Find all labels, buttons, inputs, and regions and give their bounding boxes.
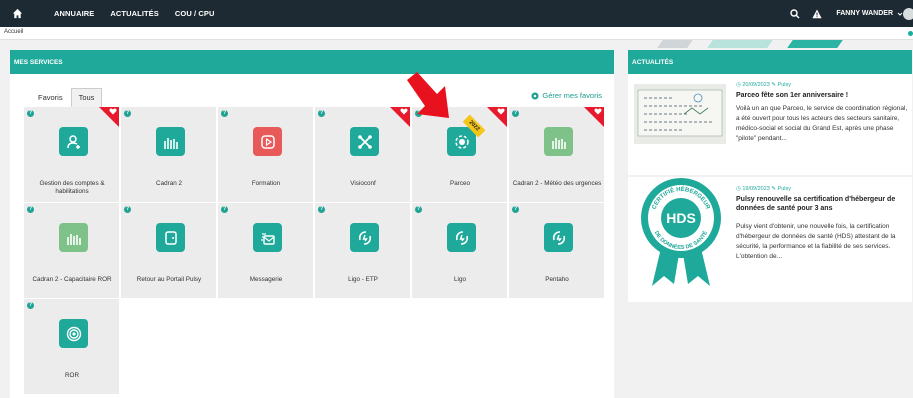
bars-icon[interactable] xyxy=(544,127,573,156)
help-icon[interactable]: ? xyxy=(512,206,519,213)
news-meta: ◷ 20/09/2023 ✎ Pulsy xyxy=(736,82,791,88)
service-tile[interactable]: ? Retour au Portail Pulsy xyxy=(121,203,217,299)
tab-tous[interactable]: Tous xyxy=(70,88,103,107)
manage-favorites-link[interactable]: Gérer mes favoris xyxy=(531,91,602,100)
bars-icon[interactable] xyxy=(156,127,185,156)
news-body: Pulsy vient d'obtenir, une nouvelle fois… xyxy=(736,223,896,260)
hds-seal-text: HDS xyxy=(666,210,696,226)
main-nav: ANNUAIRE ACTUALITÉS COU / CPU xyxy=(38,9,215,18)
news-body: Voilà un an que Parceo, le service de co… xyxy=(736,105,908,142)
service-tile[interactable]: ? Cadran 2 - Météo des urgences xyxy=(509,107,605,203)
service-label: Visioconf xyxy=(350,180,376,187)
news-title[interactable]: Parceo fête son 1er anniversaire ! xyxy=(736,92,906,101)
help-icon[interactable]: ? xyxy=(415,206,422,213)
help-icon[interactable]: ? xyxy=(318,110,325,117)
help-icon[interactable]: ? xyxy=(221,110,228,117)
alert-button[interactable] xyxy=(806,9,828,19)
news-image-parceo xyxy=(634,84,726,144)
service-label: ROR xyxy=(65,372,79,379)
help-icon[interactable]: ? xyxy=(27,302,34,309)
search-button[interactable] xyxy=(784,8,806,19)
service-label: Cadran 2 - Capacitaire ROR xyxy=(32,276,112,283)
portal-icon[interactable] xyxy=(156,223,185,252)
decorative-stripes xyxy=(640,40,913,48)
service-tile[interactable]: ? Cadran 2 - Capacitaire ROR xyxy=(24,203,120,299)
service-label: Messagerie xyxy=(249,276,283,283)
bars-icon[interactable] xyxy=(59,223,88,252)
news-item[interactable]: HDS CERTIFIÉ HÉBERGEUR DE DONNÉES DE SAN… xyxy=(628,178,912,286)
favorite-icon xyxy=(497,108,505,115)
help-icon[interactable]: ? xyxy=(512,110,519,117)
mail-icon[interactable] xyxy=(253,223,282,252)
news-date: 19/09/2023 xyxy=(742,186,770,192)
service-label: Formation xyxy=(251,180,281,187)
news-image-hds: HDS CERTIFIÉ HÉBERGEUR DE DONNÉES DE SAN… xyxy=(638,176,724,286)
services-header: MES SERVICES xyxy=(10,50,614,74)
services-tabs: Favoris Tous xyxy=(30,88,103,107)
service-tile[interactable]: ? Cadran 2 xyxy=(121,107,217,203)
news-header: ACTUALITÉS xyxy=(628,50,912,74)
share-icon[interactable] xyxy=(350,127,379,156)
news-item[interactable]: ◷ 20/09/2023 ✎ Pulsy Parceo fête son 1er… xyxy=(628,78,912,164)
top-navbar: ANNUAIRE ACTUALITÉS COU / CPU FANNY WAND… xyxy=(0,0,913,27)
service-label: Ligo - ETP xyxy=(348,276,378,283)
nav-actualites[interactable]: ACTUALITÉS xyxy=(110,9,159,18)
news-title[interactable]: Pulsy renouvelle sa certification d'hébe… xyxy=(736,196,906,213)
help-icon[interactable]: ? xyxy=(318,206,325,213)
services-panel: MES SERVICES Favoris Tous Gérer mes favo… xyxy=(10,50,614,398)
ligo-icon[interactable] xyxy=(447,223,476,252)
service-label: Parceo xyxy=(450,180,470,187)
search-icon xyxy=(790,8,800,18)
service-label: Cadran 2 - Météo des urgences xyxy=(512,180,602,187)
news-date: 20/09/2023 xyxy=(742,82,770,88)
ligo-icon[interactable] xyxy=(544,223,573,252)
help-icon[interactable]: ? xyxy=(27,110,34,117)
service-tile[interactable]: ? Formation xyxy=(218,107,314,203)
gear-icon xyxy=(531,92,539,99)
home-icon xyxy=(12,8,22,19)
favorite-icon xyxy=(594,108,602,115)
help-icon[interactable]: ? xyxy=(27,206,34,213)
breadcrumb[interactable]: Accueil xyxy=(4,29,23,35)
nav-cou-cpu[interactable]: COU / CPU xyxy=(175,9,215,18)
service-label: Cadran 2 xyxy=(156,180,182,187)
news-tag[interactable]: Pulsy xyxy=(778,82,791,88)
help-icon[interactable]: ? xyxy=(124,110,131,117)
breadcrumb-indicator xyxy=(908,31,913,36)
service-label: Ligo xyxy=(454,276,466,283)
annotation-arrow-icon xyxy=(407,72,449,118)
service-label: Gestion des comptes & habilitations xyxy=(39,180,105,195)
service-label: Pentaho xyxy=(545,276,569,283)
news-tag[interactable]: Pulsy xyxy=(778,186,791,192)
service-tile[interactable]: ? Ligo - ETP xyxy=(315,203,411,299)
ligo-icon[interactable] xyxy=(350,223,379,252)
services-grid: ? Gestion des comptes & habilitations? Cad… xyxy=(24,107,612,395)
home-button[interactable] xyxy=(4,0,30,27)
service-tile[interactable]: ? Ligo xyxy=(412,203,508,299)
help-icon[interactable]: ? xyxy=(124,206,131,213)
service-tile[interactable]: ? Pentaho xyxy=(509,203,605,299)
avatar[interactable] xyxy=(903,7,913,20)
favorite-icon xyxy=(109,108,117,115)
service-tile[interactable]: ? Gestion des comptes & habilitations xyxy=(24,107,120,203)
service-tile[interactable]: ? Visioconf xyxy=(315,107,411,203)
service-tile[interactable]: ? ROR xyxy=(24,299,120,395)
help-icon[interactable]: ? xyxy=(221,206,228,213)
news-meta: ◷ 19/09/2023 ✎ Pulsy xyxy=(736,186,791,192)
news-panel: ACTUALITÉS ◷ 20/09/2023 ✎ Pulsy Parceo f… xyxy=(628,50,912,302)
breadcrumb-bar: Accueil xyxy=(0,27,913,40)
service-label: Retour au Portail Pulsy xyxy=(136,276,202,283)
service-tile[interactable]: ? Messagerie xyxy=(218,203,314,299)
warning-icon xyxy=(812,9,822,18)
target-icon[interactable] xyxy=(59,319,88,348)
manage-favorites-label: Gérer mes favoris xyxy=(542,91,602,100)
user-menu[interactable]: FANNY WANDER xyxy=(836,10,893,17)
nav-annuaire[interactable]: ANNUAIRE xyxy=(54,9,94,18)
tab-favoris[interactable]: Favoris xyxy=(30,88,71,107)
play-icon[interactable] xyxy=(253,127,282,156)
user-plus-icon[interactable] xyxy=(59,127,88,156)
